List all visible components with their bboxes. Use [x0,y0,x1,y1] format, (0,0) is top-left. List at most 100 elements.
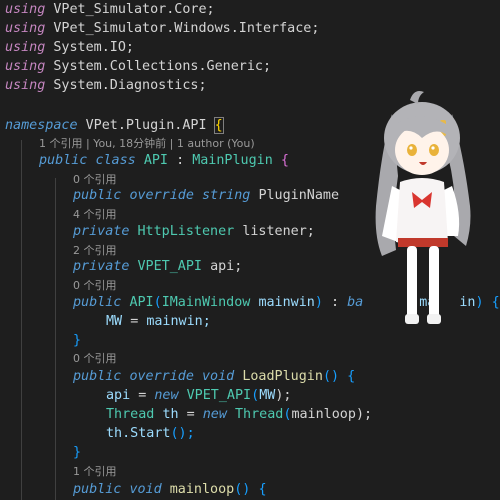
keyword: using [5,40,46,55]
indent-guide [55,178,56,500]
code-line-using-core[interactable]: using VPet_Simulator.Core; [5,0,215,19]
operator: = [186,407,195,422]
namespace-name: System.IO; [53,40,134,55]
codelens-references[interactable]: 1 个引用 [73,464,117,480]
field-name: api; [210,259,243,274]
parameter-name: mainwin [258,295,315,310]
right-leg [429,246,439,318]
parens: () [322,369,340,384]
sweater [396,178,448,245]
keyword: namespace [5,118,78,133]
method-call: th.Start [106,426,171,441]
keyword: public [73,482,122,497]
desktop-pet-mascot[interactable] [352,86,492,336]
method-name: mainloop [169,482,235,497]
namespace-name: System.Diagnostics; [53,78,207,93]
keyword: string [202,188,251,203]
parens: () [234,482,251,497]
field-name: api [106,388,131,403]
keyword: public [39,153,88,168]
type-name: VPET_API [186,388,252,403]
indent-guide [21,140,22,500]
keyword: using [5,78,46,93]
variable-name: th [162,407,179,422]
keyword: private [73,259,130,274]
constructor-name: API [129,295,154,310]
type-name: Thread [106,407,155,422]
keyword: public [73,369,122,384]
code-line-using-interface[interactable]: using VPet_Simulator.Windows.Interface; [5,19,319,38]
code-line-new-thread[interactable]: Thread th = new Thread(mainloop); [106,405,372,424]
type-name: Thread [235,407,284,422]
codelens-references[interactable]: 4 个引用 [73,207,117,223]
parens: (); [170,426,195,441]
keyword: using [5,2,46,17]
eye-shine [409,146,413,150]
open-brace: { [491,295,500,310]
keyword: class [95,153,136,168]
code-line-close-brace[interactable]: } [73,331,81,350]
code-line-listener-field[interactable]: private HttpListener listener; [73,222,315,241]
close-brace: } [73,333,82,348]
field-name: listener; [242,224,315,239]
property-name: PluginName [258,188,340,203]
code-line-new-api[interactable]: api = new VPET_API(MW); [106,386,291,405]
open-paren: ( [251,388,260,403]
code-line-assign-mw[interactable]: MW = mainwin; [106,312,211,331]
code-line-using-diagnostics[interactable]: using System.Diagnostics; [5,76,207,95]
base-class: MainPlugin [192,153,273,168]
codelens-references[interactable]: 0 个引用 [73,351,117,367]
colon: : [176,153,185,168]
close-paren: ); [275,388,292,403]
codelens-references[interactable]: 1 个引用 | You, 18分钟前 | 1 author (You) [39,136,255,152]
code-line-thread-start[interactable]: th.Start(); [106,424,195,443]
right-eye [429,144,439,156]
open-paren: ( [153,295,162,310]
type-name: HttpListener [137,224,235,239]
namespace-name: VPet_Simulator.Core; [53,2,215,17]
keyword: public [73,188,122,203]
property-name: MW [106,314,123,329]
keyword: new [154,388,179,403]
keyword: private [73,224,130,239]
keyword: void [202,369,235,384]
method-name: LoadPlugin [242,369,323,384]
codelens-references[interactable]: 0 个引用 [73,278,117,294]
code-line-using-io[interactable]: using System.IO; [5,38,134,57]
operator: = [130,314,139,329]
keyword: using [5,21,46,36]
keyword: using [5,59,46,74]
code-line-close-brace[interactable]: } [73,443,81,462]
type-name: IMainWindow [161,295,251,310]
parameter-name: mainwin; [146,314,211,329]
class-name: API [143,153,168,168]
left-eye [407,144,417,156]
code-line-mainloop[interactable]: public void mainloop() { [73,480,267,499]
left-leg [407,246,417,318]
code-line-plugin-name[interactable]: public override string PluginName [73,186,339,205]
namespace-name: VPet.Plugin.API [85,118,207,133]
colon: : [331,295,340,310]
code-line-load-plugin[interactable]: public override void LoadPlugin() { [73,367,355,386]
keyword: public [73,295,122,310]
right-shoe [427,314,441,324]
keyword: void [129,482,162,497]
open-brace: { [213,117,224,134]
argument: mainloop [291,407,356,422]
keyword: override [129,188,194,203]
code-line-api-field[interactable]: private VPET_API api; [73,257,242,276]
skirt-hem [398,238,448,247]
namespace-name: VPet_Simulator.Windows.Interface; [53,21,320,36]
close-paren: ); [355,407,373,422]
argument: MW [259,388,276,403]
code-line-class-declaration[interactable]: public class API : MainPlugin { [39,151,289,170]
keyword: new [202,407,227,422]
type-name: VPET_API [137,259,203,274]
code-line-using-collections[interactable]: using System.Collections.Generic; [5,57,271,76]
close-brace: } [73,445,82,460]
code-line-namespace[interactable]: namespace VPet.Plugin.API { [5,116,224,135]
eye-shine [431,146,435,150]
code-editor[interactable]: using VPet_Simulator.Core; using VPet_Si… [0,0,500,500]
open-brace: { [258,482,267,497]
left-shoe [405,314,419,324]
